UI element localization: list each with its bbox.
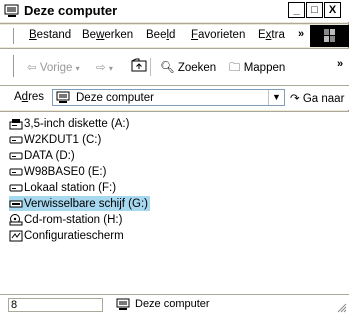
menu-bestand[interactable]: Bestand (29, 29, 71, 41)
address-value: Deze computer (76, 92, 154, 104)
windows-flag-icon (324, 29, 335, 42)
title-separator (0, 23, 349, 24)
computer-icon (116, 298, 130, 310)
forward-arrow-icon: ⇨ (96, 62, 106, 74)
back-arrow-icon: ⇦ (27, 62, 37, 74)
list-item[interactable]: Cd-rom-station (H:) (9, 212, 122, 227)
explorer-window: Deze computer _ □ X Bestand Bewerken Bee… (0, 0, 349, 315)
folders-icon: 🗀︎ (229, 62, 241, 74)
menu-grip[interactable] (13, 28, 16, 44)
address-label: Adres (14, 91, 45, 103)
address-input[interactable]: Deze computer ▼ (52, 89, 285, 106)
status-location: Deze computer (135, 298, 210, 310)
toolbar-overflow-chevron[interactable]: » (337, 58, 343, 70)
standard-toolbar: ⇦ Vorige ▾ ⇨ ▾ 🔍︎ Zoeken 🗀︎ Mappen » (0, 49, 349, 85)
resize-grip-icon[interactable] (337, 303, 347, 313)
forward-button[interactable]: ⇨ ▾ (96, 60, 113, 74)
search-icon: 🔍︎ (160, 62, 175, 74)
hard-drive-icon (9, 136, 23, 143)
folder-up-icon (131, 58, 147, 72)
window-title: Deze computer (24, 3, 118, 18)
list-item[interactable]: W98BASE0 (E:) (9, 164, 106, 179)
list-item[interactable]: W2KDUT1 (C:) (9, 132, 101, 147)
removable-drive-icon (9, 200, 23, 207)
title-bar[interactable]: Deze computer _ □ X (0, 0, 349, 22)
status-bar: 8 Deze computer (0, 294, 349, 315)
close-button[interactable]: X (324, 2, 341, 18)
folders-button[interactable]: 🗀︎ Mappen (229, 60, 285, 79)
toolbar-grip[interactable] (13, 55, 16, 77)
menu-beeld[interactable]: Beeld (146, 29, 175, 41)
status-location-cell: Deze computer (105, 298, 345, 312)
list-item[interactable]: Lokaal station (F:) (9, 180, 116, 195)
control-panel-icon (9, 230, 23, 241)
cd-drive-icon (9, 213, 23, 225)
address-dropdown-button[interactable]: ▼ (268, 90, 284, 105)
file-list: 3,5-inch diskette (A:) W2KDUT1 (C:) DATA… (0, 111, 349, 294)
hard-drive-icon (9, 168, 23, 175)
address-bar: Adres Deze computer ▼ ↷ Ga naar (0, 86, 349, 110)
menu-overflow-chevron[interactable]: » (298, 28, 304, 40)
status-item-count: 8 (11, 299, 18, 311)
status-count-cell: 8 (8, 298, 103, 312)
list-item[interactable]: Configuratiescherm (9, 228, 124, 243)
computer-icon (4, 4, 19, 17)
list-item[interactable]: DATA (D:) (9, 148, 75, 163)
menu-bar: Bestand Bewerken Beeld Favorieten Extra … (0, 25, 349, 47)
maximize-button[interactable]: □ (306, 2, 323, 18)
search-button[interactable]: 🔍︎ Zoeken (160, 60, 216, 74)
back-dropdown-icon: ▾ (75, 64, 80, 73)
toolbar-separator (150, 58, 152, 76)
hard-drive-icon (9, 184, 23, 191)
go-arrow-icon: ↷ (290, 93, 300, 105)
menu-extra[interactable]: Extra (258, 29, 285, 41)
menu-favorieten[interactable]: Favorieten (191, 29, 245, 41)
chevron-down-icon: ▼ (272, 92, 281, 102)
back-button[interactable]: ⇦ Vorige ▾ (27, 60, 80, 74)
hard-drive-icon (9, 152, 23, 159)
go-button[interactable]: ↷ Ga naar (290, 91, 344, 105)
list-item[interactable]: 3,5-inch diskette (A:) (9, 116, 129, 131)
minimize-button[interactable]: _ (288, 2, 305, 18)
floppy-drive-icon (9, 118, 23, 129)
up-folder-button[interactable] (131, 58, 147, 75)
forward-dropdown-icon: ▾ (108, 64, 113, 73)
menu-bewerken[interactable]: Bewerken (82, 29, 133, 41)
windows-logo-box (310, 25, 349, 47)
computer-icon (56, 91, 70, 103)
list-item-selected[interactable]: Verwisselbare schijf (G:) (9, 196, 150, 211)
